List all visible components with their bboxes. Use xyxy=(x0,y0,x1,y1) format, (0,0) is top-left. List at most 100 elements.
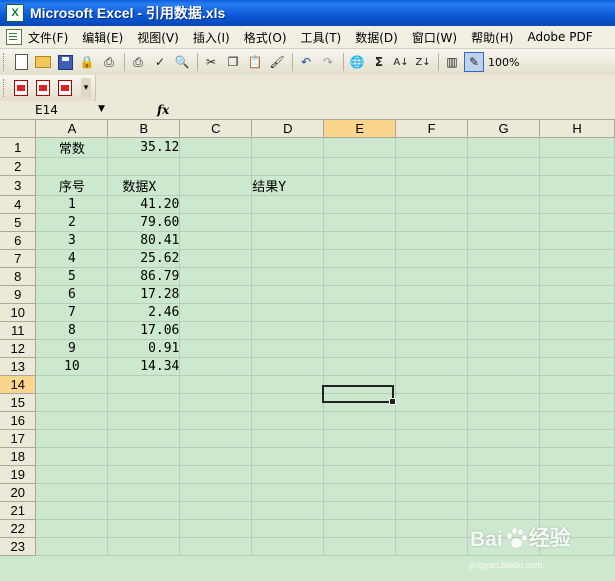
cell-f1[interactable] xyxy=(395,137,469,158)
cell-g9[interactable] xyxy=(467,285,541,304)
convert-and-review-icon[interactable] xyxy=(55,78,75,98)
cell-b1[interactable]: 35.12 xyxy=(107,137,181,158)
cell-c22[interactable] xyxy=(179,519,253,538)
copy-icon[interactable]: ❐ xyxy=(223,52,243,72)
menu-format[interactable]: 格式(O) xyxy=(244,29,287,46)
save-icon[interactable] xyxy=(55,52,75,72)
cell-b9[interactable]: 17.28 xyxy=(107,285,181,304)
convert-and-email-icon[interactable] xyxy=(33,78,53,98)
row-header[interactable]: 16 xyxy=(0,411,37,430)
cell-b6[interactable]: 80.41 xyxy=(107,231,181,250)
cell-h11[interactable] xyxy=(539,321,615,340)
sort-asc-icon[interactable]: A↓ xyxy=(391,52,411,72)
sort-desc-icon[interactable]: Z↓ xyxy=(413,52,433,72)
column-header-b[interactable]: B xyxy=(107,120,181,138)
cell-c12[interactable] xyxy=(179,339,253,358)
menu-file[interactable]: 文件(F) xyxy=(28,29,68,46)
cell-d4[interactable] xyxy=(251,195,325,214)
cell-b22[interactable] xyxy=(107,519,181,538)
cell-g8[interactable] xyxy=(467,267,541,286)
cell-f6[interactable] xyxy=(395,231,469,250)
cell-d22[interactable] xyxy=(251,519,325,538)
menu-data[interactable]: 数据(D) xyxy=(355,29,398,46)
cell-f11[interactable] xyxy=(395,321,469,340)
cell-e7[interactable] xyxy=(323,249,397,268)
row-header[interactable]: 3 xyxy=(0,175,37,196)
toolbar-grip[interactable] xyxy=(3,53,7,71)
cell-e15[interactable] xyxy=(323,393,397,412)
row-header[interactable]: 19 xyxy=(0,465,37,484)
cell-a8[interactable]: 5 xyxy=(35,267,109,286)
cell-d12[interactable] xyxy=(251,339,325,358)
cell-f12[interactable] xyxy=(395,339,469,358)
cell-a19[interactable] xyxy=(35,465,109,484)
cell-g19[interactable] xyxy=(467,465,541,484)
row-header[interactable]: 8 xyxy=(0,267,37,286)
cell-h5[interactable] xyxy=(539,213,615,232)
cell-c7[interactable] xyxy=(179,249,253,268)
cell-c20[interactable] xyxy=(179,483,253,502)
print-icon[interactable]: ⎙ xyxy=(99,52,119,72)
cell-g20[interactable] xyxy=(467,483,541,502)
cell-h3[interactable] xyxy=(539,175,615,196)
cell-c10[interactable] xyxy=(179,303,253,322)
cell-c11[interactable] xyxy=(179,321,253,340)
cell-e11[interactable] xyxy=(323,321,397,340)
cell-g4[interactable] xyxy=(467,195,541,214)
undo-icon[interactable]: ↶ xyxy=(296,52,316,72)
cell-h6[interactable] xyxy=(539,231,615,250)
menu-view[interactable]: 视图(V) xyxy=(137,29,179,46)
cell-d8[interactable] xyxy=(251,267,325,286)
cell-d23[interactable] xyxy=(251,537,325,556)
cell-e8[interactable] xyxy=(323,267,397,286)
cell-d16[interactable] xyxy=(251,411,325,430)
cell-b15[interactable] xyxy=(107,393,181,412)
cell-h10[interactable] xyxy=(539,303,615,322)
menu-help[interactable]: 帮助(H) xyxy=(471,29,513,46)
cell-f16[interactable] xyxy=(395,411,469,430)
cell-d9[interactable] xyxy=(251,285,325,304)
cell-e14[interactable] xyxy=(323,375,397,394)
row-header[interactable]: 15 xyxy=(0,393,37,412)
cell-e4[interactable] xyxy=(323,195,397,214)
insert-function-icon[interactable]: fx xyxy=(157,103,169,117)
cell-f9[interactable] xyxy=(395,285,469,304)
cell-c3[interactable] xyxy=(179,175,253,196)
cell-g18[interactable] xyxy=(467,447,541,466)
cell-a22[interactable] xyxy=(35,519,109,538)
redo-icon[interactable]: ↷ xyxy=(318,52,338,72)
cell-b17[interactable] xyxy=(107,429,181,448)
cell-g7[interactable] xyxy=(467,249,541,268)
cell-e3[interactable] xyxy=(323,175,397,196)
cell-c19[interactable] xyxy=(179,465,253,484)
cell-c18[interactable] xyxy=(179,447,253,466)
cell-e6[interactable] xyxy=(323,231,397,250)
cell-d3[interactable]: 结果Y xyxy=(251,175,325,196)
cell-a14[interactable] xyxy=(35,375,109,394)
cell-e10[interactable] xyxy=(323,303,397,322)
print-preview-icon[interactable]: ⎙ xyxy=(128,52,148,72)
cell-g5[interactable] xyxy=(467,213,541,232)
cell-g16[interactable] xyxy=(467,411,541,430)
excel-icon[interactable]: X xyxy=(6,4,24,22)
cell-e20[interactable] xyxy=(323,483,397,502)
cell-e16[interactable] xyxy=(323,411,397,430)
cell-a15[interactable] xyxy=(35,393,109,412)
cell-f13[interactable] xyxy=(395,357,469,376)
cell-c14[interactable] xyxy=(179,375,253,394)
cell-a11[interactable]: 8 xyxy=(35,321,109,340)
cell-a21[interactable] xyxy=(35,501,109,520)
cell-e17[interactable] xyxy=(323,429,397,448)
cell-e22[interactable] xyxy=(323,519,397,538)
cell-a17[interactable] xyxy=(35,429,109,448)
cell-b13[interactable]: 14.34 xyxy=(107,357,181,376)
cell-d5[interactable] xyxy=(251,213,325,232)
cell-c1[interactable] xyxy=(179,137,253,158)
row-header[interactable]: 7 xyxy=(0,249,37,268)
cell-h4[interactable] xyxy=(539,195,615,214)
row-header[interactable]: 11 xyxy=(0,321,37,340)
row-header[interactable]: 6 xyxy=(0,231,37,250)
cell-d19[interactable] xyxy=(251,465,325,484)
cell-a7[interactable]: 4 xyxy=(35,249,109,268)
row-header[interactable]: 21 xyxy=(0,501,37,520)
